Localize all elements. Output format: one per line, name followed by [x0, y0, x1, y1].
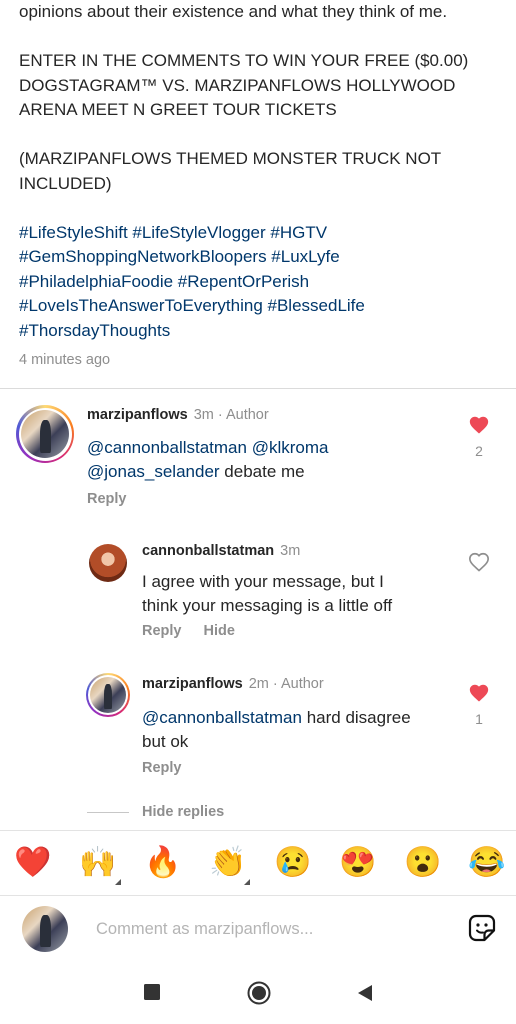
heart-icon[interactable] — [468, 682, 490, 704]
reply-button[interactable]: Reply — [142, 623, 182, 639]
hide-replies-label[interactable]: Hide replies — [142, 804, 224, 820]
hashtag-line[interactable]: #LoveIsTheAnswerToEverything #BlessedLif… — [19, 294, 499, 319]
comment-text: @cannonballstatman @klkroma @jonas_selan… — [87, 438, 329, 481]
comment-composer: Comment as marzipanflows... — [0, 895, 516, 962]
caption-line: ARENA MEET N GREET TOUR TICKETS — [19, 100, 337, 119]
crying-face-emoji[interactable]: 😢 — [274, 845, 311, 881]
mention-link[interactable]: @cannonballstatman — [142, 708, 302, 727]
emoji-reaction-bar: ❤️ 🙌 🔥 👏 😢 😍 😮 😂 — [0, 830, 516, 895]
hide-button[interactable]: Hide — [204, 623, 235, 639]
caption-line: DOGSTAGRAM™ VS. MARZIPANFLOWS HOLLYWOOD — [19, 75, 456, 95]
comment-username[interactable]: marzipanflows — [87, 407, 188, 423]
skin-tone-indicator — [115, 879, 121, 885]
skin-tone-indicator — [244, 879, 250, 885]
mention-link[interactable]: @cannonballstatman — [87, 438, 247, 457]
hashtag-line[interactable]: #PhiladelphiaFoodie #RepentOrPerish — [19, 270, 499, 295]
avatar — [22, 906, 68, 952]
comment-username[interactable]: marzipanflows — [142, 676, 243, 692]
author-badge: Author — [280, 676, 324, 692]
divider — [87, 811, 129, 813]
hide-replies-toggle[interactable]: Hide replies — [87, 804, 224, 820]
comment-time: 3m — [193, 407, 214, 423]
caption-line: INCLUDED) — [19, 173, 112, 193]
caption-line: (MARZIPANFLOWS THEMED MONSTER TRUCK NOT — [19, 149, 442, 168]
heart-outline-icon[interactable] — [468, 551, 490, 573]
laughing-tears-emoji[interactable]: 😂 — [468, 845, 505, 881]
recents-square-icon[interactable] — [144, 984, 160, 1000]
like-count: 2 — [475, 443, 483, 459]
caption-line: opinions about their existence and what … — [19, 2, 448, 21]
avatar[interactable] — [89, 544, 127, 582]
surprised-face-emoji[interactable]: 😮 — [404, 845, 441, 881]
mention-link[interactable]: @jonas_selander — [87, 462, 220, 481]
back-triangle-icon[interactable] — [357, 984, 373, 1002]
post-timestamp: 4 minutes ago — [19, 352, 111, 368]
home-circle-icon[interactable] — [247, 981, 271, 1005]
sticker-icon[interactable] — [467, 913, 497, 943]
comment-text: @cannonballstatman hard disagree but ok — [142, 708, 411, 751]
reply-button[interactable]: Reply — [87, 491, 127, 507]
divider — [0, 388, 516, 389]
hashtag-line[interactable]: #ThorsdayThoughts — [19, 319, 499, 344]
post-caption: opinions about their existence and what … — [19, 0, 499, 343]
comment-time: 3m — [280, 543, 301, 559]
caption-line: ENTER IN THE COMMENTS TO WIN YOUR FREE (… — [19, 51, 469, 70]
hashtag-line[interactable]: #LifeStyleShift #LifeStyleVlogger #HGTV — [19, 221, 499, 246]
comment-input[interactable]: Comment as marzipanflows... — [96, 920, 313, 939]
fire-emoji[interactable]: 🔥 — [144, 845, 181, 881]
hashtag-line[interactable]: #GemShoppingNetworkBloopers #LuxLyfe — [19, 245, 499, 270]
raising-hands-emoji[interactable]: 🙌 — [79, 845, 116, 881]
red-heart-emoji[interactable]: ❤️ — [14, 845, 51, 881]
reply-button[interactable]: Reply — [142, 760, 182, 776]
system-nav-bar — [0, 962, 516, 1024]
comment-text: I agree with your message, but I think y… — [142, 572, 393, 615]
heart-icon[interactable] — [468, 414, 490, 436]
mention-link[interactable]: @klkroma — [252, 438, 329, 457]
comment-time: 2m — [248, 676, 269, 692]
avatar[interactable] — [86, 673, 130, 717]
author-badge: Author — [225, 407, 269, 423]
avatar[interactable] — [16, 405, 74, 463]
clapping-hands-emoji[interactable]: 👏 — [209, 845, 246, 881]
comment-username[interactable]: cannonballstatman — [142, 543, 274, 559]
heart-eyes-emoji[interactable]: 😍 — [339, 845, 376, 881]
like-count: 1 — [475, 711, 483, 727]
